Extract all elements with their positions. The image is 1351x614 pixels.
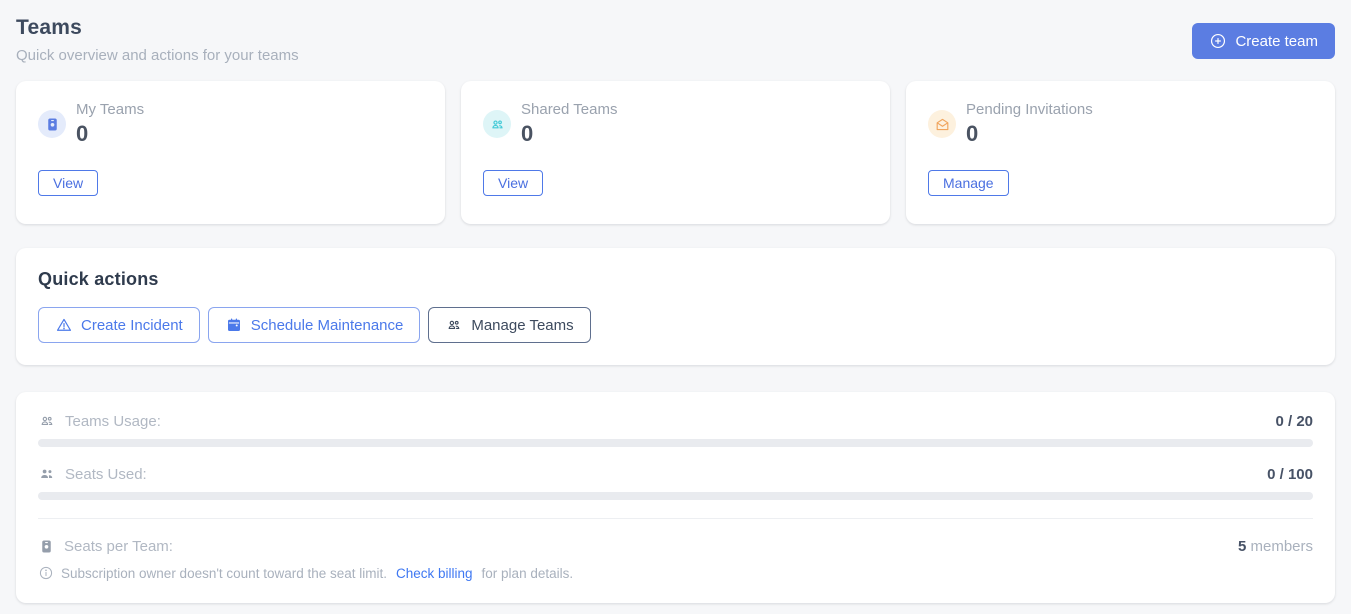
stat-cards-row: My Teams 0 View Shared Teams — [16, 81, 1335, 224]
seats-per-team-unit: members — [1250, 538, 1313, 555]
stat-value: 0 — [966, 121, 1093, 147]
manage-invitations-button[interactable]: Manage — [928, 170, 1009, 196]
page-title: Teams — [16, 16, 299, 40]
mail-open-icon — [928, 110, 956, 138]
quick-actions-row: Create Incident Schedule Maintenance — [38, 307, 1313, 343]
stat-value: 0 — [521, 121, 617, 147]
badge-filled-icon — [38, 538, 55, 555]
manage-teams-button[interactable]: Manage Teams — [428, 307, 590, 343]
seats-per-team-value: 5 members — [1238, 538, 1313, 555]
plus-circle-icon — [1209, 32, 1227, 50]
seats-used-progressbar — [38, 492, 1313, 500]
seats-per-team-number: 5 — [1238, 538, 1246, 555]
card-my-teams: My Teams 0 View — [16, 81, 445, 224]
seats-used-row: Seats Used: 0 / 100 — [38, 465, 1313, 483]
seats-per-team-label: Seats per Team: — [64, 538, 173, 555]
stat-value: 0 — [76, 121, 144, 147]
card-shared-teams: Shared Teams 0 View — [461, 81, 890, 224]
teams-usage-progressbar — [38, 439, 1313, 447]
view-shared-teams-button[interactable]: View — [483, 170, 543, 196]
card-my-teams-text: My Teams 0 — [76, 101, 144, 147]
teams-usage-left: Teams Usage: — [38, 412, 161, 430]
page-subtitle: Quick overview and actions for your team… — [16, 47, 299, 64]
stat-label: Shared Teams — [521, 101, 617, 118]
check-billing-link[interactable]: Check billing — [396, 566, 473, 581]
footnote-text: Subscription owner doesn't count toward … — [61, 566, 387, 581]
page-header-text: Teams Quick overview and actions for you… — [16, 16, 299, 64]
stat-label: My Teams — [76, 101, 144, 118]
quick-actions-card: Quick actions Create Incident — [16, 248, 1335, 365]
teams-usage-value: 0 / 20 — [1275, 413, 1313, 430]
seats-per-team-row: Seats per Team: 5 members — [38, 538, 1313, 555]
teams-page: Teams Quick overview and actions for you… — [0, 0, 1351, 614]
badge-icon — [38, 110, 66, 138]
quick-actions-title: Quick actions — [38, 269, 1313, 290]
seats-used-label: Seats Used: — [65, 466, 147, 483]
view-my-teams-button[interactable]: View — [38, 170, 98, 196]
calendar-icon — [225, 316, 243, 334]
seats-used-value: 0 / 100 — [1267, 466, 1313, 483]
create-incident-label: Create Incident — [81, 317, 183, 334]
create-team-label: Create team — [1235, 33, 1318, 50]
people-filled-icon — [38, 465, 56, 483]
stat-label: Pending Invitations — [966, 101, 1093, 118]
manage-teams-label: Manage Teams — [471, 317, 573, 334]
card-pending-invitations-top: Pending Invitations 0 — [928, 101, 1313, 147]
seats-used-left: Seats Used: — [38, 465, 147, 483]
usage-divider — [38, 518, 1313, 519]
usage-card: Teams Usage: 0 / 20 Seats Used: 0 / 100 — [16, 392, 1335, 603]
seats-per-team-left: Seats per Team: — [38, 538, 173, 555]
card-shared-teams-top: Shared Teams 0 — [483, 101, 868, 147]
create-incident-button[interactable]: Create Incident — [38, 307, 200, 343]
card-shared-teams-text: Shared Teams 0 — [521, 101, 617, 147]
warning-icon — [55, 316, 73, 334]
seat-limit-footnote: Subscription owner doesn't count toward … — [38, 565, 1313, 581]
teams-usage-label: Teams Usage: — [65, 413, 161, 430]
page-header: Teams Quick overview and actions for you… — [16, 16, 1335, 64]
card-pending-invitations: Pending Invitations 0 Manage — [906, 81, 1335, 224]
card-my-teams-top: My Teams 0 — [38, 101, 423, 147]
info-icon — [38, 565, 54, 581]
teams-usage-row: Teams Usage: 0 / 20 — [38, 412, 1313, 430]
people-outline-icon — [38, 412, 56, 430]
people-icon — [483, 110, 511, 138]
schedule-maintenance-button[interactable]: Schedule Maintenance — [208, 307, 421, 343]
card-pending-invitations-text: Pending Invitations 0 — [966, 101, 1093, 147]
schedule-maintenance-label: Schedule Maintenance — [251, 317, 404, 334]
footnote-suffix: for plan details. — [482, 566, 574, 581]
create-team-button[interactable]: Create team — [1192, 23, 1335, 59]
people-icon — [445, 316, 463, 334]
